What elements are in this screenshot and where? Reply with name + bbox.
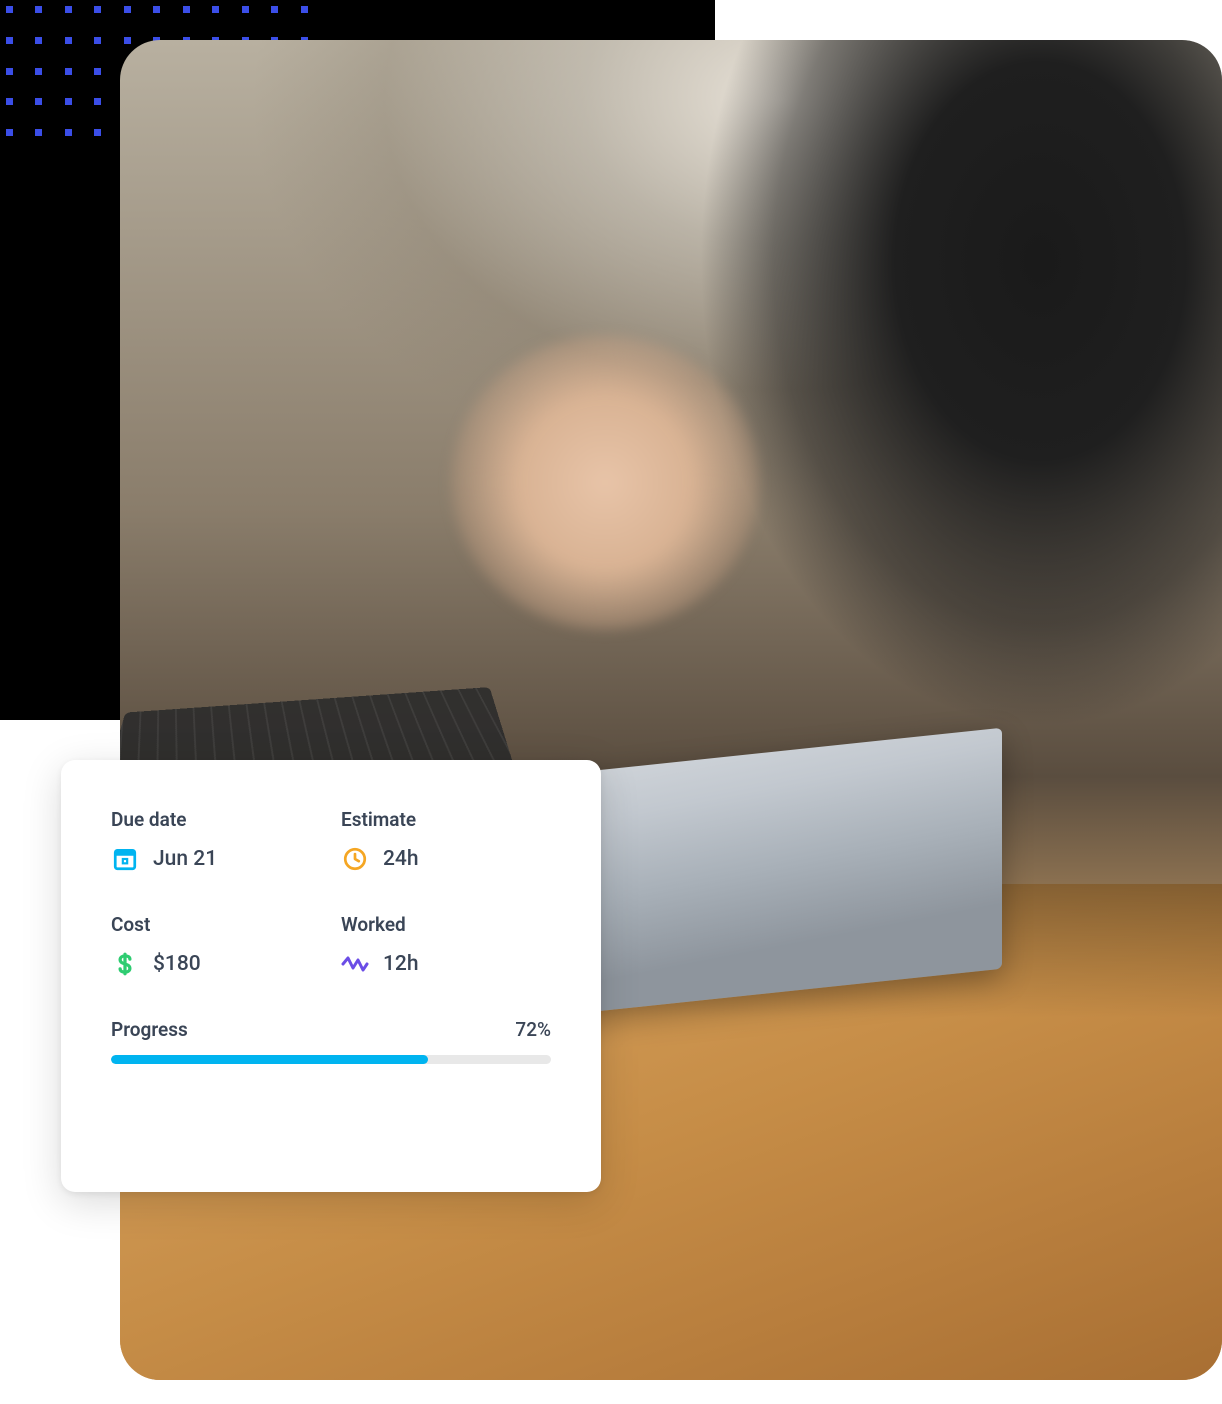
due-date-stat: Due date Jun 21 xyxy=(111,808,321,873)
worked-value: 12h xyxy=(383,952,419,976)
activity-icon xyxy=(341,950,369,978)
cost-value: $180 xyxy=(153,952,201,976)
due-date-label: Due date xyxy=(111,808,321,831)
cost-label: Cost xyxy=(111,913,321,936)
estimate-value: 24h xyxy=(383,847,419,871)
cost-stat: Cost $180 xyxy=(111,913,321,978)
calendar-icon xyxy=(111,845,139,873)
task-summary-card: Due date Jun 21 Estimate xyxy=(61,760,601,1192)
estimate-label: Estimate xyxy=(341,808,551,831)
estimate-stat: Estimate 24h xyxy=(341,808,551,873)
dollar-icon xyxy=(111,950,139,978)
progress-fill xyxy=(111,1055,428,1064)
progress-stat: Progress 72% xyxy=(111,1018,551,1064)
due-date-value: Jun 21 xyxy=(153,847,217,871)
worked-stat: Worked 12h xyxy=(341,913,551,978)
progress-percent: 72% xyxy=(515,1018,551,1041)
progress-label: Progress xyxy=(111,1018,188,1041)
progress-track xyxy=(111,1055,551,1064)
clock-icon xyxy=(341,845,369,873)
worked-label: Worked xyxy=(341,913,551,936)
